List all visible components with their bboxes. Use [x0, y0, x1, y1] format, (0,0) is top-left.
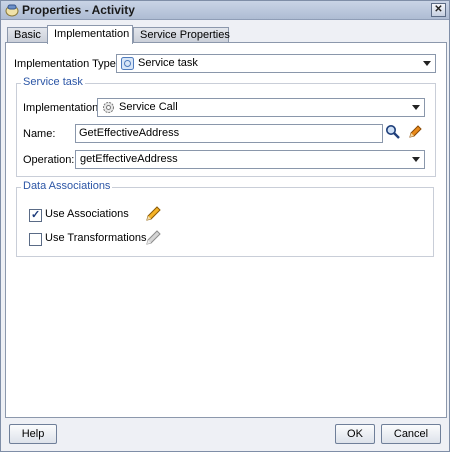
help-button[interactable]: Help — [9, 424, 57, 444]
close-button[interactable]: ✕ — [431, 3, 446, 17]
data-associations-group: Data Associations ✓ Use Associations Use… — [16, 180, 434, 257]
operation-value: getEffectiveAddress — [80, 153, 178, 165]
operation-label: Operation: — [23, 154, 75, 166]
name-field[interactable] — [75, 124, 383, 143]
edit-pencil-disabled-icon[interactable] — [145, 230, 161, 246]
ok-button[interactable]: OK — [335, 424, 375, 444]
name-input[interactable] — [76, 125, 382, 140]
implementation-type-select[interactable]: Service task — [116, 54, 436, 73]
service-task-title: Service task — [21, 76, 85, 88]
data-associations-title: Data Associations — [21, 180, 113, 192]
search-icon[interactable] — [385, 124, 401, 140]
cancel-button[interactable]: Cancel — [381, 424, 441, 444]
chevron-down-icon — [423, 61, 431, 66]
edit-pencil-icon[interactable] — [145, 206, 161, 222]
check-icon: ✓ — [31, 209, 41, 221]
tab-service-properties[interactable]: Service Properties — [133, 27, 230, 43]
use-transformations-label[interactable]: Use Transformations — [45, 232, 146, 244]
name-label: Name: — [23, 128, 56, 140]
window-title: Properties - Activity — [22, 3, 135, 17]
tab-basic[interactable]: Basic — [7, 27, 48, 43]
chevron-down-icon — [412, 105, 420, 110]
service-task-group: Service task Implementation: Service Cal… — [16, 76, 436, 177]
chevron-down-icon — [412, 157, 420, 162]
implementation-select[interactable]: Service Call — [97, 98, 425, 117]
service-task-icon — [121, 57, 134, 70]
properties-dialog: Properties - Activity ✕ Basic Implementa… — [0, 0, 450, 452]
implementation-type-value: Service task — [138, 57, 198, 69]
activity-icon — [5, 4, 19, 17]
tab-implementation[interactable]: Implementation — [47, 25, 133, 44]
use-associations-label[interactable]: Use Associations — [45, 208, 129, 220]
implementation-panel: Implementation Type: Service task Servic… — [5, 42, 447, 418]
use-associations-checkbox[interactable]: ✓ — [29, 209, 42, 222]
use-transformations-checkbox[interactable] — [29, 233, 42, 246]
implementation-value: Service Call — [119, 101, 178, 113]
gear-icon — [103, 102, 114, 113]
title-bar: Properties - Activity ✕ — [1, 1, 449, 20]
edit-pencil-icon[interactable] — [407, 124, 423, 140]
implementation-type-label: Implementation Type: — [14, 58, 119, 70]
operation-select[interactable]: getEffectiveAddress — [75, 150, 425, 169]
implementation-label: Implementation: — [23, 102, 102, 114]
